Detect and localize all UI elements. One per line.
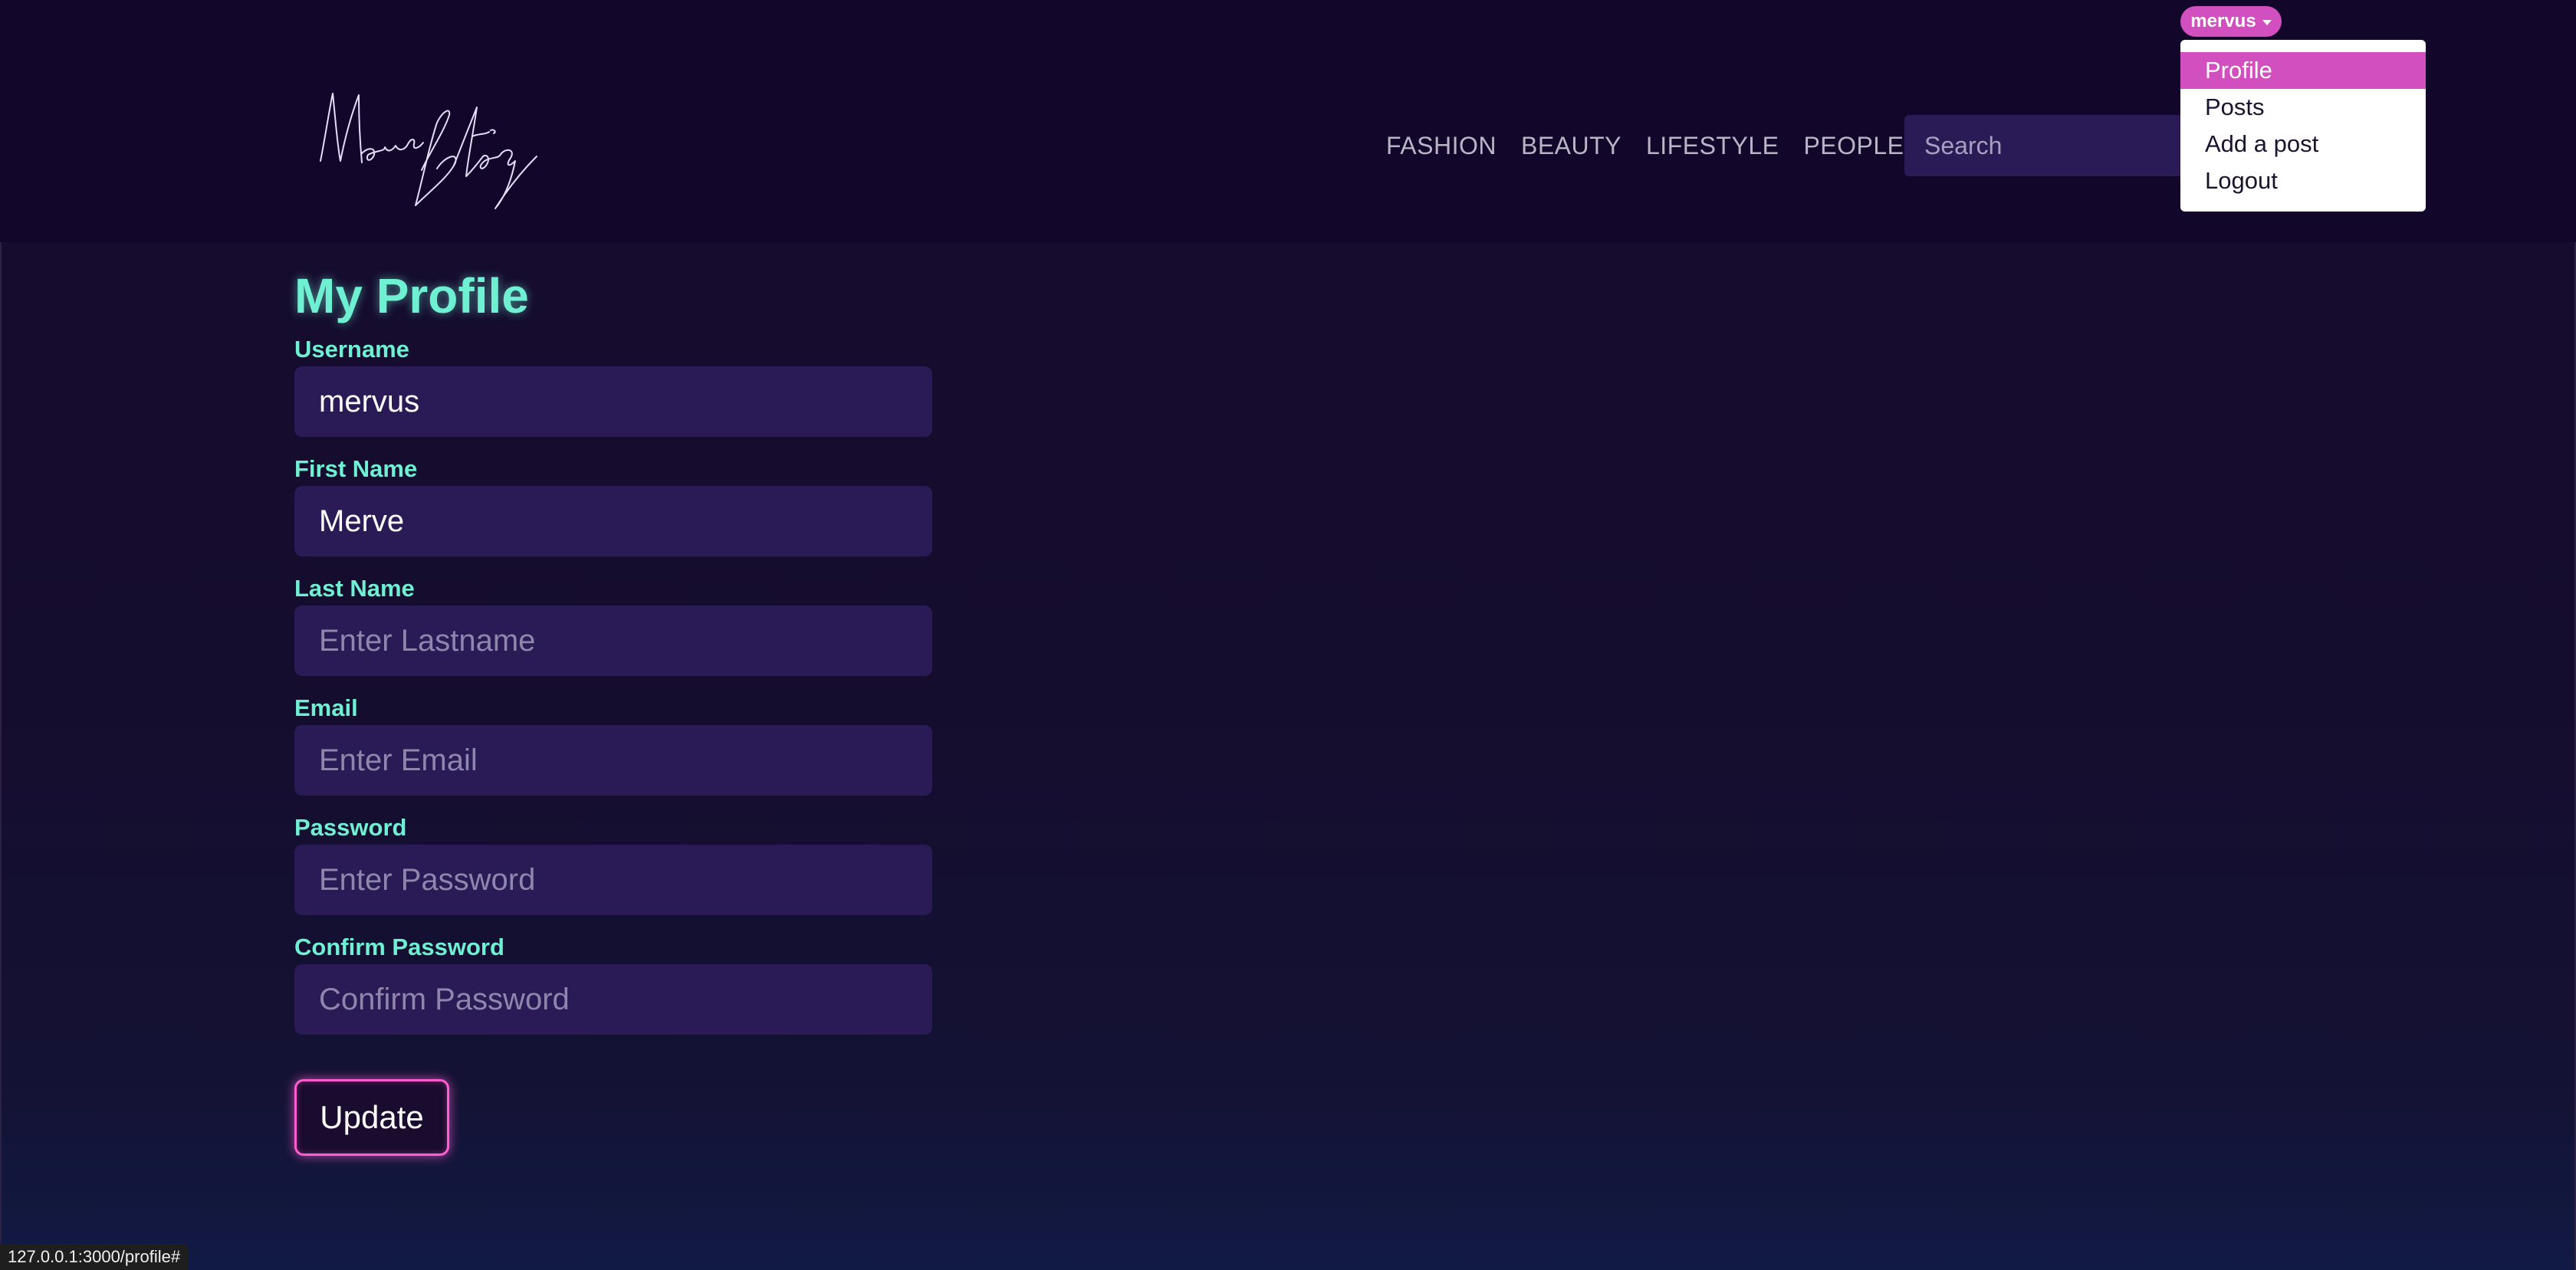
user-dropdown-menu: Profile Posts Add a post Logout xyxy=(2180,40,2426,212)
nav-lifestyle[interactable]: LIFESTYLE xyxy=(1646,130,1779,161)
logo-signature-icon xyxy=(320,93,537,209)
page-title: My Profile xyxy=(294,268,529,323)
caret-down-icon xyxy=(2262,19,2272,25)
username-label: Username xyxy=(294,336,409,363)
nav-people[interactable]: PEOPLE xyxy=(1803,130,1904,161)
confirm-password-field-group: Confirm Password xyxy=(294,932,984,1052)
confirm-password-label: Confirm Password xyxy=(294,934,504,960)
email-input[interactable] xyxy=(294,725,932,796)
first-name-field-group: First Name xyxy=(294,454,984,573)
main-nav: FASHION BEAUTY LIFESTYLE PEOPLE xyxy=(1386,130,1904,161)
nav-fashion[interactable]: FASHION xyxy=(1386,130,1497,161)
menu-item-posts[interactable]: Posts xyxy=(2180,89,2426,126)
update-button[interactable]: Update xyxy=(294,1079,449,1156)
menu-item-add-post[interactable]: Add a post xyxy=(2180,126,2426,162)
site-logo[interactable] xyxy=(314,77,560,222)
username-input[interactable] xyxy=(294,366,932,437)
last-name-input[interactable] xyxy=(294,605,932,676)
last-name-label: Last Name xyxy=(294,575,415,602)
profile-form: My Profile Username First Name Last Name… xyxy=(294,258,984,1052)
search-input[interactable] xyxy=(1904,115,2180,176)
password-field-group: Password xyxy=(294,812,984,932)
confirm-password-input[interactable] xyxy=(294,964,932,1035)
status-bar-url: 127.0.0.1:3000/profile# xyxy=(0,1244,189,1270)
password-label: Password xyxy=(294,814,407,841)
password-input[interactable] xyxy=(294,845,932,915)
last-name-field-group: Last Name xyxy=(294,573,984,693)
user-menu-toggle[interactable]: mervus xyxy=(2180,6,2282,37)
nav-beauty[interactable]: BEAUTY xyxy=(1521,130,1622,161)
email-label: Email xyxy=(294,694,358,721)
menu-item-logout[interactable]: Logout xyxy=(2180,162,2426,199)
email-field-group: Email xyxy=(294,693,984,812)
menu-item-profile[interactable]: Profile xyxy=(2180,52,2426,89)
first-name-input[interactable] xyxy=(294,486,932,556)
first-name-label: First Name xyxy=(294,455,418,482)
user-menu-username: mervus xyxy=(2190,11,2256,31)
username-field-group: Username xyxy=(294,334,984,454)
